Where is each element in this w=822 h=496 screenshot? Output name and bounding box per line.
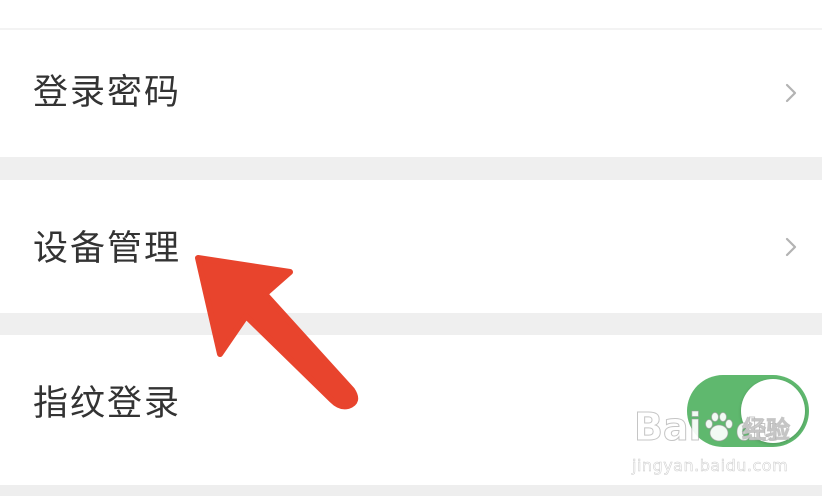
previous-row-partial: [0, 0, 822, 28]
row-label-device-management: 设备管理: [33, 229, 182, 269]
watermark-logo-text: Bai: [634, 405, 703, 449]
chevron-right-icon: [785, 237, 797, 257]
paw-icon: [704, 412, 733, 442]
row-label-login-password: 登录密码: [33, 73, 182, 113]
watermark-jingyan: 经验: [742, 416, 791, 444]
settings-screen: 登录密码 设备管理 指纹登录 Bai du 经验 jingyan.baidu.c…: [0, 0, 822, 496]
watermark-url: jingyan.baidu.com: [632, 456, 789, 476]
settings-row-device-management[interactable]: 设备管理: [0, 180, 822, 313]
row-label-fingerprint-login: 指纹登录: [33, 384, 182, 424]
chevron-right-icon: [785, 83, 797, 103]
divider: [0, 485, 822, 496]
red-arrow-icon: [195, 255, 359, 410]
baidu-jingyan-watermark: Bai du 经验 jingyan.baidu.com: [630, 408, 800, 480]
settings-row-login-password[interactable]: 登录密码: [0, 30, 822, 157]
